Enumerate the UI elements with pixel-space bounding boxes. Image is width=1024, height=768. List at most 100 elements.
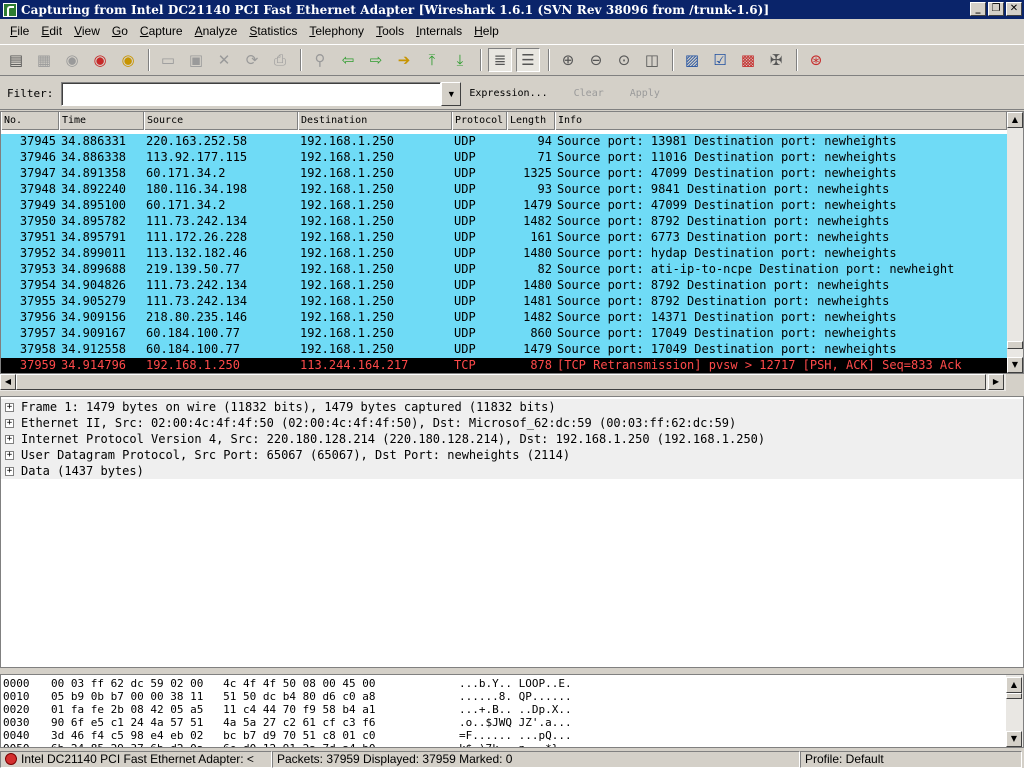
expand-plus-icon[interactable]: + [5,434,14,444]
table-row[interactable]: 37949 34.895100 60.171.34.2 192.168.1.250 UD… [1,198,1007,214]
go-forward-icon[interactable]: ⇨ [364,48,388,72]
column-header-source[interactable]: Source [144,112,298,130]
detail-row-frame[interactable]: + Frame 1: 1479 bytes on wire (11832 bit… [1,399,1023,415]
detail-row-ethernet[interactable]: + Ethernet II, Src: 02:00:4c:4f:4f:50 (0… [1,415,1023,431]
apply-button[interactable]: Apply [630,88,660,99]
column-header-info[interactable]: Info [555,112,1007,130]
start-capture-icon[interactable]: ◉ [60,48,84,72]
table-row[interactable]: 37957 34.909167 60.184.100.77 192.168.1.250… [1,326,1007,342]
packet-list-horizontal-scrollbar[interactable]: ◀ ▶ [0,374,1006,391]
help-icon[interactable]: ⊛ [804,48,828,72]
column-header-no[interactable]: No. [1,112,59,130]
table-row[interactable]: 37947 34.891358 60.171.34.2 192.168.1.250 UD… [1,166,1007,182]
table-row[interactable]: 37954 34.904826 111.73.242.134 192.168.1.25… [1,278,1007,294]
last-packet-icon[interactable]: ⤓ [448,48,472,72]
resize-columns-icon[interactable]: ◫ [640,48,664,72]
reload-icon[interactable]: ⟳ [240,48,264,72]
detail-row-udp[interactable]: + User Datagram Protocol, Src Port: 6506… [1,447,1023,463]
coloring-rules-icon[interactable]: ▩ [736,48,760,72]
horizontal-scroll-thumb[interactable] [16,374,986,390]
table-row[interactable]: 37951 34.895791 111.172.26.228 192.168.1.25… [1,230,1007,246]
expand-plus-icon[interactable]: + [5,466,14,476]
scroll-left-arrow-icon[interactable]: ◀ [0,374,16,390]
normal-size-icon[interactable]: ⊙ [612,48,636,72]
capture-filters-icon[interactable]: ▨ [680,48,704,72]
packet-bytes-pane[interactable]: 0000 00 03 ff 62 dc 59 02 00 4c 4f 4f 50 … [0,674,1024,748]
restart-capture-icon[interactable]: ◉ [116,48,140,72]
hex-row[interactable]: 0030 90 6f e5 c1 24 4a 57 51 4a 5a 27 c2 … [3,716,619,729]
hex-row[interactable]: 00506b 24 85 29 37 6b d2 0a 6e d0 12 91 … [3,742,619,747]
packet-details-pane[interactable]: + Frame 1: 1479 bytes on wire (11832 bit… [0,396,1024,668]
table-row[interactable]: 37950 34.895782 111.73.242.134 192.168.1.25… [1,214,1007,230]
minimize-button[interactable]: _ [970,2,986,16]
scroll-up-arrow-icon[interactable]: ▲ [1007,112,1023,128]
expand-plus-icon[interactable]: + [5,450,14,460]
menu-capture[interactable]: Capture [134,24,189,38]
table-row[interactable]: 37958 34.912558 60.184.100.77 192.168.1.250… [1,342,1007,358]
hex-row[interactable]: 0010 05 b9 0b b7 00 00 38 11 51 50 dc b4 … [3,690,619,703]
scroll-up-arrow-icon[interactable]: ▲ [1006,677,1022,693]
hex-row[interactable]: 0040 3d 46 f4 c5 98 e4 eb 02 bc b7 d9 70 … [3,729,619,742]
status-interface[interactable]: Intel DC21140 PCI Fast Ethernet Adapter:… [0,750,272,768]
go-to-packet-icon[interactable]: ➔ [392,48,416,72]
expert-info-error-icon[interactable] [5,752,17,765]
bytes-vertical-scrollbar[interactable]: ▲ ▼ [1006,675,1023,747]
title-bar[interactable]: Capturing from Intel DC21140 PCI Fast Et… [0,0,1024,19]
stop-capture-icon[interactable]: ◉ [88,48,112,72]
close-button[interactable]: ✕ [1006,2,1022,16]
save-file-icon[interactable]: ▣ [184,48,208,72]
table-row[interactable]: 37956 34.909156 218.80.235.146 192.168.1.25… [1,310,1007,326]
capture-options-icon[interactable]: ▦ [32,48,56,72]
table-row[interactable]: 37946 34.886338 113.92.177.115 192.168.1.25… [1,150,1007,166]
table-row-selected[interactable]: 37959 34.914796 192.168.1.250 113.244.164.2… [1,358,1007,373]
column-header-protocol[interactable]: Protocol [452,112,507,130]
zoom-in-icon[interactable]: ⊕ [556,48,580,72]
close-file-icon[interactable]: ✕ [212,48,236,72]
preferences-icon[interactable]: ✠ [764,48,788,72]
status-profile[interactable]: Profile: Default [800,750,1022,768]
menu-edit[interactable]: Edit [35,24,68,38]
expand-plus-icon[interactable]: + [5,418,14,428]
table-row[interactable]: 37948 34.892240 180.116.34.198 192.168.1.25… [1,182,1007,198]
menu-view[interactable]: View [68,24,106,38]
print-icon[interactable]: ⎙ [268,48,292,72]
table-row[interactable]: 37945 34.886331 220.163.252.58 192.168.1.25… [1,134,1007,150]
column-header-time[interactable]: Time [59,112,144,130]
filter-input[interactable] [61,81,442,106]
clear-button[interactable]: Clear [574,88,604,99]
open-file-icon[interactable]: ▭ [156,48,180,72]
scroll-right-arrow-icon[interactable]: ▶ [988,374,1004,390]
display-filters-icon[interactable]: ☑ [708,48,732,72]
menu-help[interactable]: Help [468,24,505,38]
menu-telephony[interactable]: Telephony [303,24,370,38]
scroll-thumb[interactable] [1007,341,1023,349]
packet-list-vertical-scrollbar[interactable]: ▲ ▼ [1007,112,1023,373]
expand-plus-icon[interactable]: + [5,402,14,412]
auto-scroll-icon[interactable]: ☰ [516,48,540,72]
first-packet-icon[interactable]: ⤒ [420,48,444,72]
zoom-out-icon[interactable]: ⊖ [584,48,608,72]
table-row[interactable]: 37952 34.899011 113.132.182.46 192.168.1.25… [1,246,1007,262]
detail-row-data[interactable]: + Data (1437 bytes) [1,463,1023,479]
hex-row[interactable]: 0000 00 03 ff 62 dc 59 02 00 4c 4f 4f 50 … [3,677,619,690]
table-row[interactable]: 37955 34.905279 111.73.242.134 192.168.1.25… [1,294,1007,310]
scroll-thumb[interactable] [1006,693,1022,699]
packet-list[interactable]: No. Time Source Destination Protocol Len… [0,111,1024,374]
menu-go[interactable]: Go [106,24,134,38]
interfaces-icon[interactable]: ▤ [4,48,28,72]
scroll-down-arrow-icon[interactable]: ▼ [1007,357,1023,373]
menu-file[interactable]: File [4,24,35,38]
expression-button[interactable]: Expression... [469,88,547,99]
filter-dropdown-button[interactable]: ▼ [441,81,462,106]
maximize-button[interactable]: ❐ [988,2,1004,16]
go-back-icon[interactable]: ⇦ [336,48,360,72]
table-row[interactable]: 37953 34.899688 219.139.50.77 192.168.1.250… [1,262,1007,278]
menu-analyze[interactable]: Analyze [189,24,244,38]
hex-row[interactable]: 0020 01 fa fe 2b 08 42 05 a5 11 c4 44 70 … [3,703,619,716]
find-packet-icon[interactable]: ⚲ [308,48,332,72]
column-header-destination[interactable]: Destination [298,112,452,130]
menu-statistics[interactable]: Statistics [243,24,303,38]
column-header-length[interactable]: Length [507,112,555,130]
detail-row-ipv4[interactable]: + Internet Protocol Version 4, Src: 220.… [1,431,1023,447]
menu-tools[interactable]: Tools [370,24,410,38]
